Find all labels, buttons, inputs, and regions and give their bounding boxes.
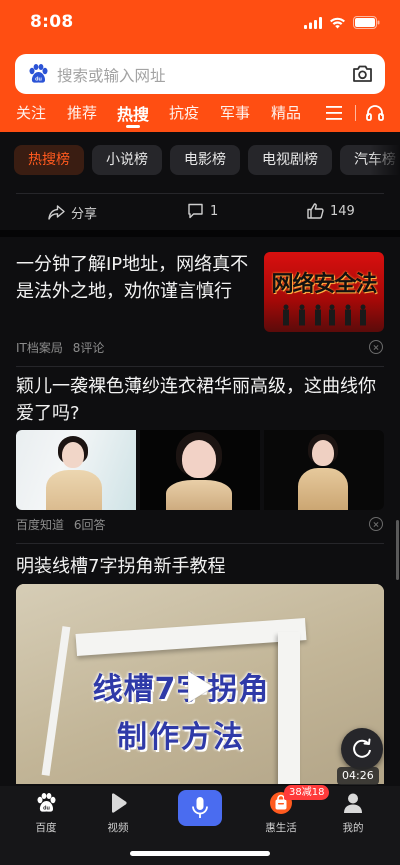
headphones-icon[interactable] [365,103,385,123]
tab-military[interactable]: 军事 [220,102,250,123]
feed-item-title[interactable]: 一分钟了解IP地址，网络真不是法外之地，劝你谨言慎行 [16,251,252,305]
comment-icon [188,203,203,219]
tab-hot-search[interactable]: 热搜 [117,101,149,125]
feed-item-photo-3[interactable] [264,430,384,510]
nav-mine[interactable]: 我的 [323,792,383,835]
feed-item-stat: 6回答 [73,518,106,532]
video-caption-line-2: 制作方法 [117,720,245,755]
battery-icon [353,16,380,29]
section-separator [0,230,400,237]
feed-item-source: 百度知道 [16,518,65,532]
divider [16,366,384,367]
divider [16,543,384,544]
baidu-paw-icon: du [29,64,48,83]
feed-item-meta: 百度知道 6回答 [16,516,105,533]
like-button[interactable]: 149 [307,203,355,219]
search-input[interactable]: du 搜索或输入网址 [15,54,385,94]
thumbnail-figures [283,304,366,326]
wifi-icon [330,17,345,28]
refresh-icon [353,738,371,758]
video-play-icon [112,793,127,813]
chip-movie-list[interactable]: 电影榜 [170,145,240,175]
status-time: 8:08 [30,12,74,32]
camera-icon[interactable] [352,64,373,83]
feed-item-photo-1[interactable] [16,430,136,510]
video-caption-line-1: 线槽7字拐角 [92,672,270,707]
ranking-chips: 热搜榜 小说榜 电影榜 电视剧榜 汽车榜 [0,145,400,175]
feed-item-title[interactable]: 颖儿一袭裸色薄纱连衣裙华丽高级，这曲线你爱了吗? [16,373,384,427]
dismiss-icon[interactable] [369,340,383,354]
voice-search-button[interactable] [178,790,222,826]
thumbs-up-icon [307,203,324,219]
baidu-paw-icon: du [37,793,56,812]
svg-text:du: du [35,77,42,83]
tab-anti-epidemic[interactable]: 抗疫 [169,102,199,123]
feed-item-thumbnail[interactable]: 网络安全法 [264,252,384,332]
feed-item-photo-2[interactable] [140,430,260,510]
share-label: 分享 [71,207,98,222]
comment-count: 1 [210,203,219,219]
share-icon [48,205,65,220]
feed-item-source: IT档案局 [16,341,63,355]
thumbnail-text: 网络安全法 [271,272,377,297]
chips-fade [370,145,400,175]
play-icon[interactable] [184,669,216,705]
comment-button[interactable]: 1 [187,203,218,219]
nav-life-label: 惠生活 [265,822,297,834]
divider [16,193,384,194]
like-count: 149 [330,203,355,219]
dismiss-icon[interactable] [369,517,383,531]
feed-item-meta: IT档案局 8评论 [16,339,104,356]
status-icons [304,16,380,29]
svg-text:du: du [43,806,50,812]
feed-item-stat: 8评论 [72,341,105,355]
nav-mine-label: 我的 [342,822,364,834]
status-bar: 8:08 [0,0,400,48]
tab-follow[interactable]: 关注 [16,102,46,123]
chip-novel-list[interactable]: 小说榜 [92,145,162,175]
home-indicator[interactable] [130,851,270,856]
cellular-signal-icon [304,16,322,29]
share-button[interactable]: 分享 [48,203,97,222]
profile-icon [344,793,362,813]
menu-icon[interactable] [325,105,343,121]
video-trunking-right [278,632,300,784]
nav-home-label: 百度 [35,822,57,834]
video-player[interactable]: 线槽7字拐角 制作方法 [16,584,384,784]
tab-recommend[interactable]: 推荐 [67,102,97,123]
nav-video-label: 视频 [107,822,129,834]
chip-hot-search-list[interactable]: 热搜榜 [14,145,84,175]
app-header: 8:08 du 搜索或输入网址 关注 推荐 热搜 抗疫 军事 精品 [0,0,400,132]
tab-featured[interactable]: 精品 [271,102,301,123]
search-placeholder: 搜索或输入网址 [57,67,166,85]
nav-home[interactable]: du 百度 [16,792,76,835]
chip-tv-list[interactable]: 电视剧榜 [248,145,332,175]
refresh-button[interactable] [341,728,383,770]
video-duration: 04:26 [337,767,379,785]
active-tab-indicator [126,125,140,128]
nav-video[interactable]: 视频 [88,792,148,835]
microphone-icon [192,797,208,818]
tab-divider [355,105,356,121]
scrollbar[interactable] [396,520,399,580]
feed-item-title[interactable]: 明装线槽7字拐角新手教程 [16,553,384,580]
